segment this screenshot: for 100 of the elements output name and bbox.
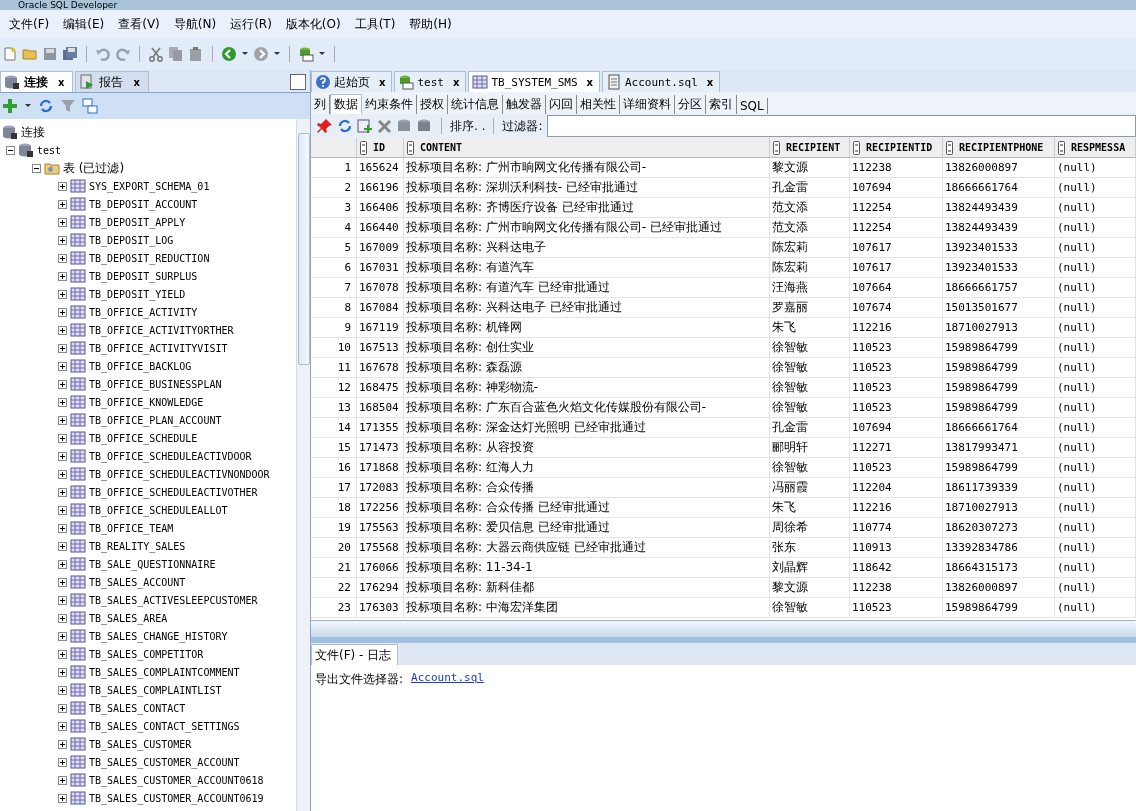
sql-worksheet-icon[interactable]	[298, 46, 314, 62]
sort-icon[interactable]	[360, 140, 367, 155]
expand-icon[interactable]	[58, 181, 67, 191]
expand-icon[interactable]	[58, 667, 67, 677]
refresh-icon[interactable]	[38, 98, 54, 114]
editor-tab[interactable]: test x	[394, 71, 467, 92]
expand-icon[interactable]	[58, 235, 67, 245]
expand-icon[interactable]	[58, 649, 67, 659]
scrollbar[interactable]	[311, 620, 1136, 637]
panel-tab[interactable]: 报告 x	[75, 71, 149, 92]
expand-icon[interactable]	[58, 631, 67, 641]
expand-icon[interactable]	[58, 307, 67, 317]
menu-item[interactable]: 帮助(H)	[402, 15, 459, 33]
delete-icon[interactable]	[377, 118, 393, 134]
menu-item[interactable]: 导航(N)	[166, 15, 224, 33]
sort-icon[interactable]	[407, 140, 414, 155]
expand-icon[interactable]	[58, 217, 67, 227]
expand-icon[interactable]	[58, 793, 67, 803]
sort-icon[interactable]	[946, 140, 953, 155]
tree-item[interactable]: TB_OFFICE_ACTIVITY	[89, 306, 198, 318]
close-icon[interactable]: x	[58, 76, 65, 88]
tree-item[interactable]: TB_OFFICE_SCHEDULEALLOT	[89, 504, 228, 516]
expand-icon[interactable]	[58, 559, 67, 569]
tree-item[interactable]: TB_OFFICE_SCHEDULEACTIVNONDOOR	[89, 468, 270, 480]
close-icon[interactable]: x	[452, 76, 460, 88]
tree-item[interactable]: TB_OFFICE_SCHEDULEACTIVDOOR	[89, 450, 252, 462]
tree-item[interactable]: TB_DEPOSIT_SURPLUS	[89, 270, 198, 282]
sub-tab[interactable]: 数据	[330, 94, 362, 114]
log-tab[interactable]: 文件(F) - 日志	[311, 644, 399, 665]
tree-item[interactable]: TB_OFFICE_BUSINESSPLAN	[89, 378, 222, 390]
expand-icon[interactable]	[58, 505, 67, 515]
expand-icon[interactable]	[58, 595, 67, 605]
editor-tab[interactable]: TB_SYSTEM_SMS x	[468, 71, 600, 92]
close-icon[interactable]: x	[706, 76, 714, 88]
column-header[interactable]: CONTENT	[420, 142, 463, 153]
close-icon[interactable]: x	[379, 76, 386, 88]
tree-item[interactable]: TB_OFFICE_TEAM	[89, 522, 174, 534]
tree-item[interactable]: TB_OFFICE_SCHEDULEACTIVOTHER	[89, 486, 258, 498]
tree-item[interactable]: TB_SALES_COMPLAINTCOMMENT	[89, 666, 240, 678]
sort-icon[interactable]	[773, 140, 780, 155]
expand-icon[interactable]	[58, 343, 67, 353]
expand-icon[interactable]	[58, 253, 67, 263]
tree-item[interactable]: TB_OFFICE_KNOWLEDGE	[89, 396, 204, 408]
tree-item[interactable]: TB_SALES_CHANGE_HISTORY	[89, 630, 228, 642]
pin-icon[interactable]	[317, 118, 333, 134]
menu-item[interactable]: 查看(V)	[111, 15, 167, 33]
tree-item[interactable]: TB_OFFICE_PLAN_ACCOUNT	[89, 414, 222, 426]
expand-icon[interactable]	[58, 613, 67, 623]
tree-item[interactable]: 连接	[21, 123, 45, 141]
tree-item[interactable]: TB_SALES_CUSTOMER	[89, 738, 192, 750]
expand-icon[interactable]	[58, 739, 67, 749]
close-icon[interactable]: x	[133, 76, 140, 88]
sort-icon[interactable]	[853, 140, 860, 155]
tree-item[interactable]: TB_SALES_CONTACT	[89, 702, 186, 714]
tree-item[interactable]: TB_SALES_CUSTOMER_ACCOUNT0618	[89, 774, 264, 786]
sort-button[interactable]: 排序. .	[450, 117, 486, 135]
cut-icon[interactable]	[148, 46, 164, 62]
schema-icon[interactable]	[82, 98, 98, 114]
expand-icon[interactable]	[58, 379, 67, 389]
column-header[interactable]: ID	[373, 142, 386, 153]
tree-item[interactable]: 表 (已过滤)	[63, 159, 125, 177]
sort-icon[interactable]	[1058, 140, 1065, 155]
tree-item[interactable]: TB_SALES_COMPETITOR	[89, 648, 204, 660]
close-icon[interactable]: x	[586, 76, 593, 88]
expand-icon[interactable]	[58, 415, 67, 425]
expand-icon[interactable]	[58, 289, 67, 299]
expand-icon[interactable]	[58, 361, 67, 371]
refresh-icon[interactable]	[337, 118, 353, 134]
collapse-icon[interactable]	[32, 163, 41, 173]
back-icon[interactable]	[221, 46, 237, 62]
tree-item[interactable]: TB_SALES_CONTACT_SETTINGS	[89, 720, 240, 732]
collapse-icon[interactable]	[6, 145, 15, 155]
editor-tab[interactable]: 起始页 x	[311, 71, 393, 92]
expand-icon[interactable]	[58, 703, 67, 713]
expand-icon[interactable]	[58, 541, 67, 551]
expand-icon[interactable]	[58, 199, 67, 209]
expand-icon[interactable]	[58, 325, 67, 335]
paste-icon[interactable]	[188, 46, 204, 62]
tree-item[interactable]: TB_REALITY_SALES	[89, 540, 186, 552]
insert-row-icon[interactable]	[357, 118, 373, 134]
expand-icon[interactable]	[58, 487, 67, 497]
tree-item[interactable]: TB_SALES_ACCOUNT	[89, 576, 186, 588]
expand-icon[interactable]	[58, 577, 67, 587]
save-all-icon[interactable]	[62, 46, 78, 62]
expand-icon[interactable]	[58, 451, 67, 461]
menu-item[interactable]: 文件(F)	[2, 15, 57, 33]
tree-item[interactable]: TB_DEPOSIT_REDUCTION	[89, 252, 210, 264]
menu-item[interactable]: 工具(T)	[347, 15, 403, 33]
file-link[interactable]: Account.sql	[411, 671, 484, 688]
expand-icon[interactable]	[58, 721, 67, 731]
tree-item[interactable]: TB_SALES_CUSTOMER_ACCOUNT	[89, 756, 240, 768]
tree-item[interactable]: TB_OFFICE_SCHEDULE	[89, 432, 198, 444]
panel-tab[interactable]: 连接 x	[0, 71, 74, 92]
menu-item[interactable]: 运行(R)	[223, 15, 279, 33]
tree-item[interactable]: test	[37, 144, 62, 156]
tree-item[interactable]: TB_SALES_AREA	[89, 612, 168, 624]
tree-item[interactable]: TB_DEPOSIT_APPLY	[89, 216, 186, 228]
expand-icon[interactable]	[58, 433, 67, 443]
expand-icon[interactable]	[58, 397, 67, 407]
menu-item[interactable]: 编辑(E)	[56, 15, 112, 33]
